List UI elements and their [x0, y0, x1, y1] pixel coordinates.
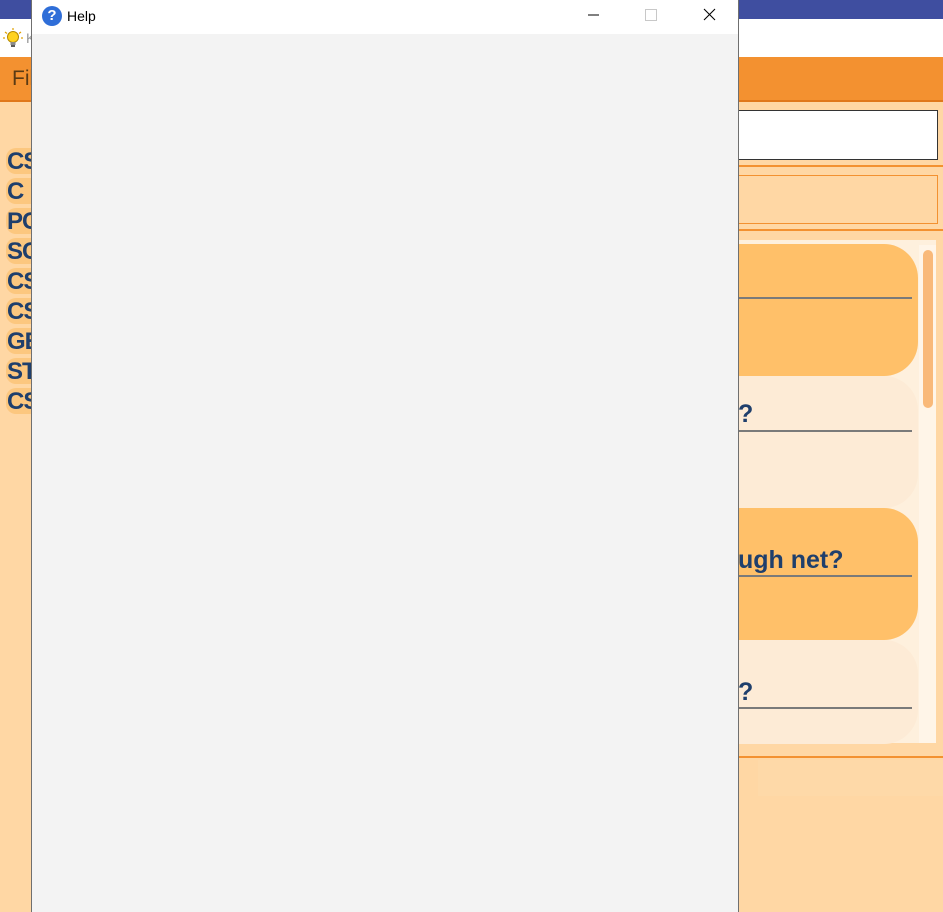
question-text: ? — [738, 678, 754, 706]
sidebar-item[interactable]: ST — [6, 358, 33, 385]
sidebar-item-label: CS — [7, 298, 33, 325]
sidebar-item-label: CS — [7, 268, 33, 295]
sidebar-item-label: CS — [7, 148, 33, 175]
help-content-area — [32, 34, 738, 912]
divider — [738, 229, 943, 231]
sidebar-item[interactable]: CS — [6, 298, 33, 325]
status-bar-field — [758, 760, 943, 796]
sidebar-item-label: CS — [7, 388, 33, 415]
sidebar-item[interactable]: CS — [6, 268, 33, 295]
lightbulb-icon — [3, 28, 23, 47]
help-dialog-title: Help — [67, 8, 96, 24]
sidebar-item-label: ST — [7, 358, 33, 385]
underline — [738, 707, 912, 709]
help-question-icon: ? — [42, 6, 62, 26]
sidebar-item-label: GE — [7, 328, 33, 355]
sidebar-item[interactable]: PC — [6, 208, 33, 235]
question-text: ? — [738, 400, 754, 428]
search-input[interactable] — [738, 110, 938, 160]
divider — [738, 756, 943, 758]
close-button[interactable] — [686, 0, 732, 30]
question-card[interactable]: ? — [738, 376, 918, 508]
sidebar-item-label: PC — [7, 208, 33, 235]
sidebar-item[interactable]: SC — [6, 238, 33, 265]
question-card[interactable]: ugh net? — [738, 508, 918, 640]
question-card[interactable]: ? — [738, 640, 918, 744]
divider — [738, 165, 943, 167]
sidebar-item[interactable]: CS — [6, 388, 33, 415]
maximize-button[interactable] — [628, 0, 674, 30]
minimize-button[interactable] — [570, 0, 616, 30]
status-bar — [738, 760, 758, 796]
question-text: ugh net? — [738, 546, 844, 574]
question-card[interactable] — [738, 244, 918, 376]
sidebar-item[interactable]: C — [6, 178, 32, 205]
underline — [738, 575, 912, 577]
scrollbar-thumb[interactable] — [923, 250, 933, 408]
help-dialog: ? Help — [31, 0, 739, 912]
sidebar-item-label: C — [7, 178, 24, 205]
filter-box[interactable] — [738, 175, 938, 224]
underline — [738, 430, 912, 432]
sidebar-item-label: SC — [7, 238, 33, 265]
sidebar-item[interactable]: CS — [6, 148, 33, 175]
sidebar-item[interactable]: GE — [6, 328, 33, 355]
underline — [738, 297, 912, 299]
help-title-bar[interactable]: ? Help — [32, 0, 738, 34]
